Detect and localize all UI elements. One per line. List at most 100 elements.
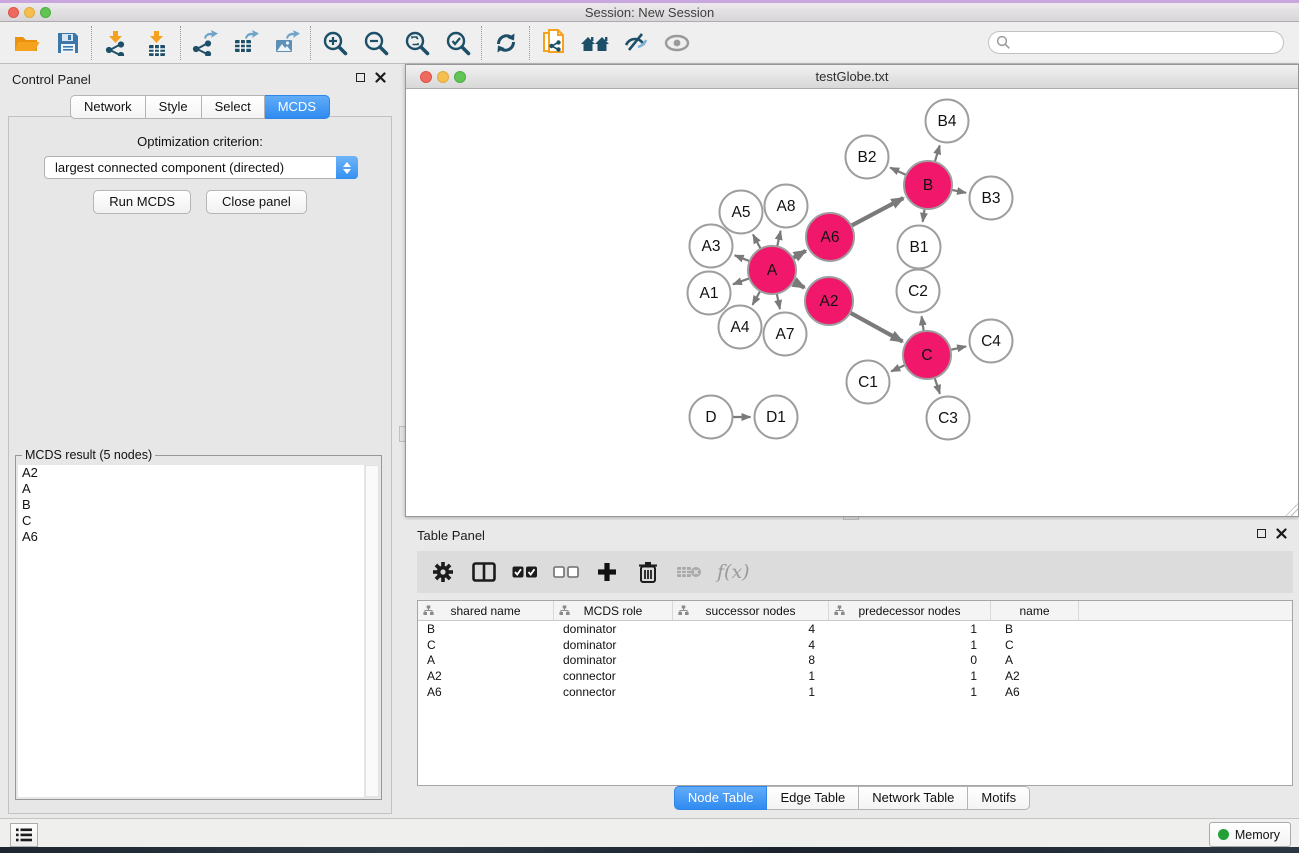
table-row[interactable]: A6connector11A6 [418,684,1292,700]
control-panel: Control Panel NetworkStyleSelectMCDS Opt… [0,64,400,818]
mcds-result-list[interactable]: A2ABCA6 [18,465,364,797]
control-tab-mcds[interactable]: MCDS [265,95,330,119]
table-row[interactable]: Cdominator41C [418,637,1292,653]
add-column-button[interactable] [594,559,620,585]
window-resize-handle[interactable] [1285,503,1298,516]
run-mcds-button[interactable]: Run MCDS [93,190,191,214]
eye-icon [663,33,691,53]
graph-node-label-A5: A5 [732,204,751,221]
import-network-button[interactable] [95,25,136,61]
table-tab-edge-table[interactable]: Edge Table [767,786,859,810]
show-panels-button[interactable] [656,25,697,61]
zoom-selected-button[interactable] [437,25,478,61]
home-button[interactable] [574,25,615,61]
search-icon [996,35,1011,50]
table-row[interactable]: Bdominator41B [418,621,1292,637]
table-cell: A [418,653,554,667]
control-tab-select[interactable]: Select [202,95,265,119]
close-panel-button[interactable]: Close panel [206,190,307,214]
column-header-shared-name[interactable]: shared name [418,601,554,620]
export-table-button[interactable] [225,25,266,61]
unselect-all-icon [553,566,579,579]
criterion-dropdown[interactable]: largest connected component (directed) [44,156,358,179]
graph-node-label-B3: B3 [982,190,1001,207]
table-settings-button[interactable] [430,559,456,585]
float-table-panel-icon[interactable] [1257,529,1266,538]
table-tab-motifs[interactable]: Motifs [968,786,1030,810]
column-header-predecessor-nodes[interactable]: predecessor nodes [829,601,991,620]
task-history-button[interactable] [10,823,38,847]
mcds-result-group: MCDS result (5 nodes) A2ABCA6 [15,455,382,800]
table-cell: A [991,653,1079,667]
graph-node-label-C2: C2 [908,283,928,300]
graph-node-label-C4: C4 [981,333,1001,350]
delete-column-button[interactable] [635,559,661,585]
graph-node-label-C: C [921,347,932,364]
save-session-button[interactable] [47,25,88,61]
mcds-result-item[interactable]: C [18,513,364,529]
delete-table-button[interactable] [676,559,702,585]
mcds-result-item[interactable]: A6 [18,529,364,545]
table-cell: 1 [829,622,991,636]
table-cell: 1 [829,638,991,652]
optimization-criterion-label: Optimization criterion: [9,134,391,149]
node-table[interactable]: shared nameMCDS rolesuccessor nodesprede… [417,600,1293,786]
zoom-in-button[interactable] [314,25,355,61]
graph-node-label-B: B [923,177,933,194]
network-close-traffic-light[interactable] [420,71,432,83]
import-table-icon [144,30,170,56]
toolbar-separator [529,26,530,60]
search-input[interactable] [1011,33,1276,52]
export-image-icon [273,30,300,56]
close-panel-icon[interactable] [375,72,386,83]
duplicate-network-button[interactable] [533,25,574,61]
open-session-button[interactable] [6,25,47,61]
settings-icon [432,561,454,583]
network-canvas[interactable]: B4B2BB3A5A8A6A3B1AA1C2A2A4A7C4CC1C3DD1 [406,89,1298,516]
export-network-button[interactable] [184,25,225,61]
toolbar-separator [91,26,92,60]
table-tab-network-table[interactable]: Network Table [859,786,968,810]
table-panel-tabs: Node TableEdge TableNetwork TableMotifs [405,786,1299,810]
control-tab-network[interactable]: Network [70,95,146,119]
table-panel-title: Table Panel [417,528,485,543]
status-bar: Memory [0,818,1299,847]
unselect-all-button[interactable] [553,559,579,585]
mcds-result-item[interactable]: B [18,497,364,513]
hide-panels-button[interactable] [615,25,656,61]
show-column-button[interactable] [471,559,497,585]
close-table-panel-icon[interactable] [1276,528,1287,539]
network-zoom-traffic-light[interactable] [454,71,466,83]
select-all-button[interactable] [512,559,538,585]
mcds-result-item[interactable]: A2 [18,465,364,481]
table-panel: Table Panel [405,520,1299,818]
refresh-button[interactable] [485,25,526,61]
table-cell: B [991,622,1079,636]
table-row[interactable]: A2connector11A2 [418,668,1292,684]
table-row[interactable]: Adominator80A [418,652,1292,668]
export-image-button[interactable] [266,25,307,61]
zoom-fit-button[interactable] [396,25,437,61]
table-toolbar: f(x) [417,551,1293,593]
zoom-out-button[interactable] [355,25,396,61]
table-tab-node-table[interactable]: Node Table [674,786,768,810]
float-panel-icon[interactable] [356,73,365,82]
mcds-result-item[interactable]: A [18,481,364,497]
network-window-title: testGlobe.txt [406,65,1298,88]
table-header-row: shared nameMCDS rolesuccessor nodesprede… [418,601,1292,621]
column-header-filler [1079,601,1292,620]
column-header-name[interactable]: name [991,601,1079,620]
mcds-result-title: MCDS result (5 nodes) [22,448,155,462]
table-cell: dominator [554,638,673,652]
search-field[interactable] [988,31,1284,54]
column-header-mcds-role[interactable]: MCDS role [554,601,673,620]
import-table-button[interactable] [136,25,177,61]
toolbar-separator [180,26,181,60]
network-window-titlebar[interactable]: testGlobe.txt [406,65,1298,89]
function-builder-button[interactable]: f(x) [717,559,750,585]
memory-button[interactable]: Memory [1209,822,1291,847]
network-minimize-traffic-light[interactable] [437,71,449,83]
control-tab-style[interactable]: Style [146,95,202,119]
result-scrollbar[interactable] [365,465,379,797]
column-header-successor-nodes[interactable]: successor nodes [673,601,829,620]
